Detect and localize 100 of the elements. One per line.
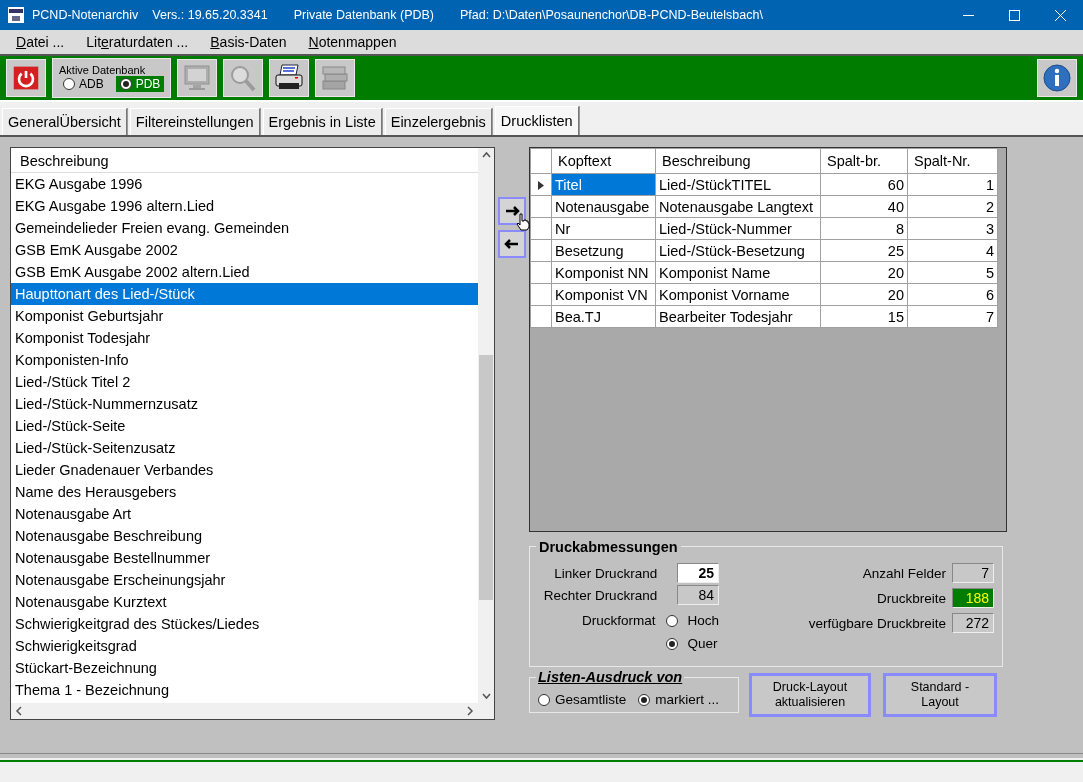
list-item[interactable]: EKG Ausgabe 1996 bbox=[11, 173, 478, 195]
list-item[interactable]: Notenausgabe Erscheinungsjahr bbox=[11, 569, 478, 591]
toolbar-button[interactable] bbox=[269, 59, 310, 97]
scroll-left-icon[interactable] bbox=[15, 706, 24, 716]
number-field: 7 bbox=[952, 563, 994, 583]
list-item[interactable]: Schwierigkeitgrad des Stückes/Liedes bbox=[11, 613, 478, 635]
reset-layout-button[interactable]: Standard - Layout bbox=[883, 673, 997, 717]
field-label: Rechter Druckrand bbox=[543, 587, 658, 603]
arrow-left-icon bbox=[504, 237, 520, 251]
menu-item[interactable]: Datei ... bbox=[8, 34, 73, 50]
list-item[interactable]: Notenausgabe Kurztext bbox=[11, 591, 478, 613]
column-header: Kopftext bbox=[551, 148, 656, 174]
field-label: Druckformat bbox=[582, 613, 656, 628]
remove-button[interactable] bbox=[498, 230, 526, 258]
update-layout-button[interactable]: Druck-Layout aktualisieren bbox=[749, 673, 871, 717]
list-item[interactable]: Haupttonart des Lied-/Stück bbox=[11, 283, 478, 305]
table-cell: Lied-/StückTITEL bbox=[655, 173, 821, 196]
window-title: Private Datenbank (PDB) bbox=[293, 8, 434, 22]
tab[interactable]: GeneralÜbersicht bbox=[2, 108, 127, 135]
list-item[interactable]: Lied-/Stück-Seitenzusatz bbox=[11, 437, 478, 459]
list-item[interactable]: Stückart-Bezeichnung bbox=[11, 657, 478, 679]
group-title: Aktive Datenbank bbox=[59, 64, 147, 76]
table-cell: 25 bbox=[820, 239, 908, 262]
list-item[interactable]: Lieder Gnadenauer Verbandes bbox=[11, 459, 478, 481]
table-cell: 8 bbox=[820, 217, 908, 240]
tab[interactable]: Ergebnis in Liste bbox=[262, 108, 382, 135]
add-button[interactable] bbox=[498, 197, 526, 225]
table-cell: Lied-/Stück-Besetzung bbox=[655, 239, 821, 262]
list-item[interactable]: Notenausgabe Bestellnummer bbox=[11, 547, 478, 569]
list-item[interactable]: EKG Ausgabe 1996 altern.Lied bbox=[11, 195, 478, 217]
info-icon bbox=[1041, 63, 1073, 93]
app-icon bbox=[8, 7, 24, 23]
list-item[interactable]: Lied-/Stück-Seite bbox=[11, 415, 478, 437]
table-cell: 40 bbox=[820, 195, 908, 218]
table-cell: Komponist Vorname bbox=[655, 283, 821, 306]
window-title: Vers.: 19.65.20.3341 bbox=[152, 8, 268, 22]
tab[interactable]: Einzelergebnis bbox=[384, 108, 492, 135]
table-cell: Komponist Name bbox=[655, 261, 821, 284]
list-item[interactable]: Notenausgabe Art bbox=[11, 503, 478, 525]
table-cell: Notenausgabe Langtext bbox=[655, 195, 821, 218]
field-label: verfügbare Druckbreite bbox=[808, 615, 946, 631]
radio-button[interactable] bbox=[665, 614, 678, 627]
radio-option[interactable]: Gesamtliste bbox=[538, 692, 627, 707]
window-title: PCND-Notenarchiv bbox=[32, 8, 139, 22]
list-item[interactable]: Komponisten-Info bbox=[11, 349, 478, 371]
radio-label: Hoch bbox=[687, 613, 720, 628]
field-label: Linker Druckrand bbox=[554, 565, 658, 581]
number-field[interactable]: 25 bbox=[677, 563, 720, 583]
list-item[interactable]: GSB EmK Ausgabe 2002 bbox=[11, 239, 478, 261]
list-item[interactable]: Komponist Todesjahr bbox=[11, 327, 478, 349]
radio-label: Quer bbox=[687, 636, 719, 651]
info-button[interactable] bbox=[1037, 59, 1077, 97]
list-item[interactable]: Thema 1 - Bezeichnung bbox=[11, 679, 478, 701]
row-header[interactable] bbox=[530, 173, 552, 196]
group-title: Listen-Ausdruck von bbox=[536, 669, 685, 685]
table-cell: Komponist NN bbox=[551, 261, 656, 284]
table-cell: 4 bbox=[907, 239, 998, 262]
maximize-icon[interactable] bbox=[1008, 9, 1020, 21]
table-cell: 6 bbox=[907, 283, 998, 306]
power-button[interactable] bbox=[6, 59, 46, 97]
table-cell: Lied-/Stück-Nummer bbox=[655, 217, 821, 240]
scrollbar[interactable] bbox=[478, 148, 494, 703]
field-label: Druckbreite bbox=[876, 590, 946, 606]
radio-option[interactable]: PDB bbox=[115, 76, 165, 92]
list-item[interactable]: Name des Herausgebers bbox=[11, 481, 478, 503]
table-cell: 20 bbox=[820, 261, 908, 284]
table-cell: 7 bbox=[907, 305, 998, 328]
minimize-icon[interactable] bbox=[962, 14, 974, 16]
number-field: 272 bbox=[952, 613, 994, 633]
column-header: Spalt-Nr. bbox=[907, 148, 998, 174]
tab[interactable]: Filtereinstellungen bbox=[129, 108, 260, 135]
table-cell: Nr bbox=[551, 217, 656, 240]
power-icon bbox=[12, 64, 40, 92]
scrollbar[interactable] bbox=[11, 703, 478, 719]
list-item[interactable]: Lied-/Stück-Nummernzusatz bbox=[11, 393, 478, 415]
table-cell: Besetzung bbox=[551, 239, 656, 262]
radio-option[interactable]: markiert ... bbox=[638, 692, 720, 707]
radio-button[interactable] bbox=[665, 637, 678, 650]
table-cell: 1 bbox=[907, 173, 998, 196]
table-cell: 15 bbox=[820, 305, 908, 328]
radio-option[interactable]: ADB bbox=[59, 76, 108, 92]
list-item[interactable]: Komponist Geburtsjahr bbox=[11, 305, 478, 327]
window-title: Pfad: D:\Daten\Posaunenchor\DB-PCND-Beutelsbach\ bbox=[460, 8, 763, 22]
list-item[interactable]: Schwierigkeitsgrad bbox=[11, 635, 478, 657]
table-cell: Bea.TJ bbox=[551, 305, 656, 328]
menu-item[interactable]: Literaturdaten ... bbox=[78, 34, 197, 50]
table-cell: 2 bbox=[907, 195, 998, 218]
close-icon[interactable] bbox=[1054, 9, 1066, 21]
menu-item[interactable]: Basis-Daten bbox=[202, 34, 295, 50]
list-item[interactable]: Gemeindelieder Freien evang. Gemeinden bbox=[11, 217, 478, 239]
arrow-right-icon bbox=[504, 204, 520, 218]
column-header: Spalt-br. bbox=[820, 148, 908, 174]
table-cell: 5 bbox=[907, 261, 998, 284]
list-item[interactable]: GSB EmK Ausgabe 2002 altern.Lied bbox=[11, 261, 478, 283]
tab[interactable]: Drucklisten bbox=[494, 106, 579, 135]
list-item[interactable]: Notenausgabe Beschreibung bbox=[11, 525, 478, 547]
list-item[interactable]: Lied-/Stück Titel 2 bbox=[11, 371, 478, 393]
scroll-right-icon[interactable] bbox=[465, 706, 474, 716]
menu-item[interactable]: Notenmappen bbox=[300, 34, 405, 50]
number-field[interactable]: 84 bbox=[677, 585, 720, 605]
